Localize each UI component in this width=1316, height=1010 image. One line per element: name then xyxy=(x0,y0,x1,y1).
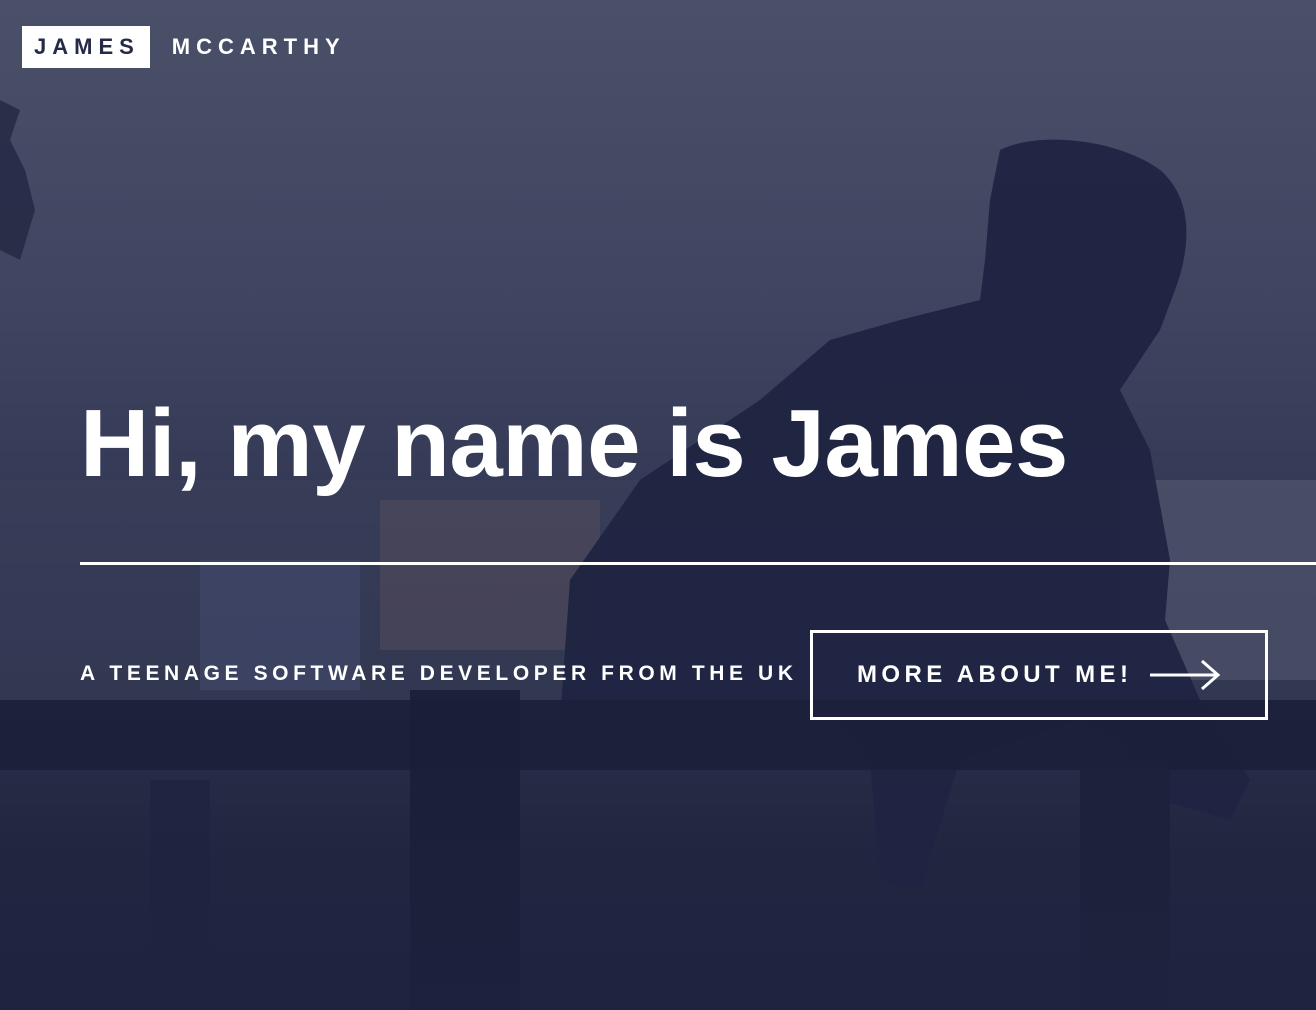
arrow-right-icon xyxy=(1150,659,1221,691)
site-logo[interactable]: JAMES MCCARTHY xyxy=(22,26,346,68)
logo-last-name: MCCARTHY xyxy=(171,34,346,59)
hero-background-image xyxy=(0,100,1316,1010)
hero-tagline: A TEENAGE SOFTWARE DEVELOPER FROM THE UK xyxy=(80,662,798,685)
more-about-me-button[interactable]: MORE ABOUT ME! xyxy=(810,630,1268,720)
cta-label: MORE ABOUT ME! xyxy=(857,661,1133,688)
hero-divider xyxy=(80,562,1316,565)
logo-first-name: JAMES xyxy=(22,26,150,68)
hero-headline: Hi, my name is James xyxy=(80,390,1068,497)
